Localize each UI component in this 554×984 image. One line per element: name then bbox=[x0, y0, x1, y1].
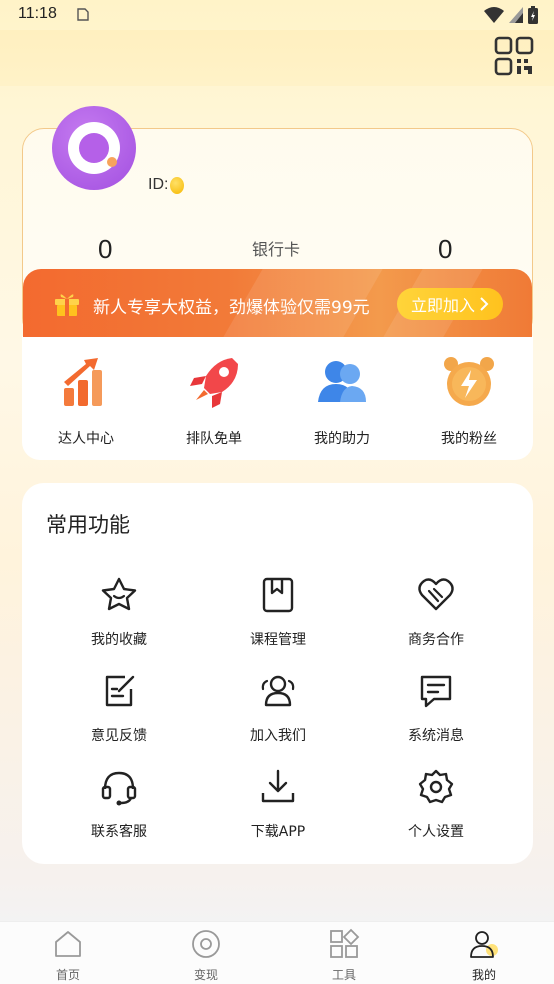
star-icon bbox=[101, 577, 137, 611]
wifi-icon bbox=[484, 7, 504, 23]
func-label: 加入我们 bbox=[250, 728, 306, 744]
nav-label: 工具 bbox=[331, 968, 356, 982]
nav-label: 我的 bbox=[471, 968, 496, 982]
func-label: 系统消息 bbox=[408, 728, 464, 744]
func-system-messages[interactable]: 系统消息 bbox=[376, 671, 496, 745]
func-label: 个人设置 bbox=[408, 824, 464, 840]
func-label: 课程管理 bbox=[250, 632, 306, 648]
promo-text: 新人专享大权益，劲爆体验仅需99元 bbox=[93, 298, 370, 318]
func-course-management[interactable]: 课程管理 bbox=[218, 575, 338, 649]
func-label: 意见反馈 bbox=[91, 728, 147, 744]
quick-action-label: 排队免单 bbox=[186, 431, 242, 447]
alarm-clock-icon bbox=[444, 357, 494, 406]
growth-chart-icon bbox=[64, 358, 102, 406]
message-icon bbox=[420, 675, 452, 708]
gift-icon bbox=[55, 294, 79, 316]
stat-left-value[interactable]: 0 bbox=[98, 234, 112, 265]
quick-action-expert-center[interactable]: 达人中心 bbox=[36, 354, 136, 448]
func-label: 商务合作 bbox=[408, 632, 464, 648]
group-icon bbox=[261, 675, 295, 707]
join-now-button[interactable]: 立即加入 bbox=[397, 288, 503, 320]
profile-icon bbox=[470, 931, 498, 958]
func-business-cooperation[interactable]: 商务合作 bbox=[376, 575, 496, 649]
nav-tools[interactable]: 工具 bbox=[304, 928, 384, 983]
avatar-logo-icon bbox=[68, 122, 120, 174]
status-time: 11:18 bbox=[18, 5, 57, 22]
quick-action-label: 我的助力 bbox=[314, 431, 370, 447]
rocket-icon bbox=[190, 358, 238, 408]
quick-action-my-boost[interactable]: 我的助力 bbox=[292, 354, 392, 448]
bookmark-book-icon bbox=[262, 577, 294, 613]
quick-action-my-fans[interactable]: 我的粉丝 bbox=[419, 354, 519, 448]
func-join-us[interactable]: 加入我们 bbox=[218, 671, 338, 745]
section-title: 常用功能 bbox=[46, 513, 130, 537]
nav-label: 首页 bbox=[55, 968, 80, 982]
func-feedback[interactable]: 意见反馈 bbox=[59, 671, 179, 745]
func-label: 我的收藏 bbox=[91, 632, 147, 648]
avatar[interactable] bbox=[52, 106, 136, 190]
download-icon bbox=[261, 769, 295, 803]
tools-icon bbox=[330, 928, 360, 958]
heart-handshake-icon bbox=[418, 578, 454, 611]
bottom-nav: 首页 变现 工具 我的 bbox=[0, 921, 554, 984]
user-id: ID: bbox=[148, 176, 185, 194]
func-my-favorites[interactable]: 我的收藏 bbox=[59, 575, 179, 649]
header-bar bbox=[0, 30, 554, 86]
nav-home[interactable]: 首页 bbox=[28, 928, 108, 983]
id-label: ID: bbox=[148, 176, 169, 193]
bank-card-label[interactable]: 银行卡 bbox=[252, 236, 300, 260]
stat-right-value[interactable]: 0 bbox=[438, 234, 452, 265]
signal-icon bbox=[509, 7, 523, 23]
chevron-right-icon bbox=[480, 297, 489, 311]
headset-icon bbox=[101, 771, 137, 806]
qr-code-icon[interactable] bbox=[494, 36, 534, 76]
func-customer-service[interactable]: 联系客服 bbox=[59, 767, 179, 841]
nav-monetize[interactable]: 变现 bbox=[166, 928, 246, 983]
join-now-label: 立即加入 bbox=[410, 296, 475, 315]
quick-actions-panel: 达人中心 排队免单 我的助力 我的粉丝 bbox=[22, 336, 533, 460]
quick-action-label: 达人中心 bbox=[58, 431, 114, 447]
battery-icon bbox=[528, 6, 538, 24]
feedback-edit-icon bbox=[105, 675, 135, 707]
coin-icon bbox=[170, 176, 185, 194]
nav-profile[interactable]: 我的 bbox=[444, 928, 524, 983]
common-functions-panel: 常用功能 我的收藏 课程管理 商务合作 意见反馈 加入我们 系统消息 联系客服 … bbox=[22, 483, 533, 864]
func-download-app[interactable]: 下载APP bbox=[218, 767, 338, 841]
home-icon bbox=[55, 931, 81, 957]
monetize-icon bbox=[192, 930, 220, 958]
func-label: 联系客服 bbox=[91, 824, 147, 840]
func-label: 下载APP bbox=[250, 824, 306, 840]
users-icon bbox=[318, 361, 366, 402]
quick-action-label: 我的粉丝 bbox=[441, 431, 497, 447]
status-bar: 11:18 bbox=[0, 0, 554, 32]
gear-icon bbox=[418, 769, 454, 804]
nav-label: 变现 bbox=[193, 968, 218, 982]
promo-banner[interactable]: 新人专享大权益，劲爆体验仅需99元 立即加入 bbox=[23, 269, 532, 337]
sim-icon bbox=[77, 8, 89, 21]
status-icons bbox=[484, 6, 538, 24]
func-personal-settings[interactable]: 个人设置 bbox=[376, 767, 496, 841]
quick-action-queue-free[interactable]: 排队免单 bbox=[164, 354, 264, 448]
